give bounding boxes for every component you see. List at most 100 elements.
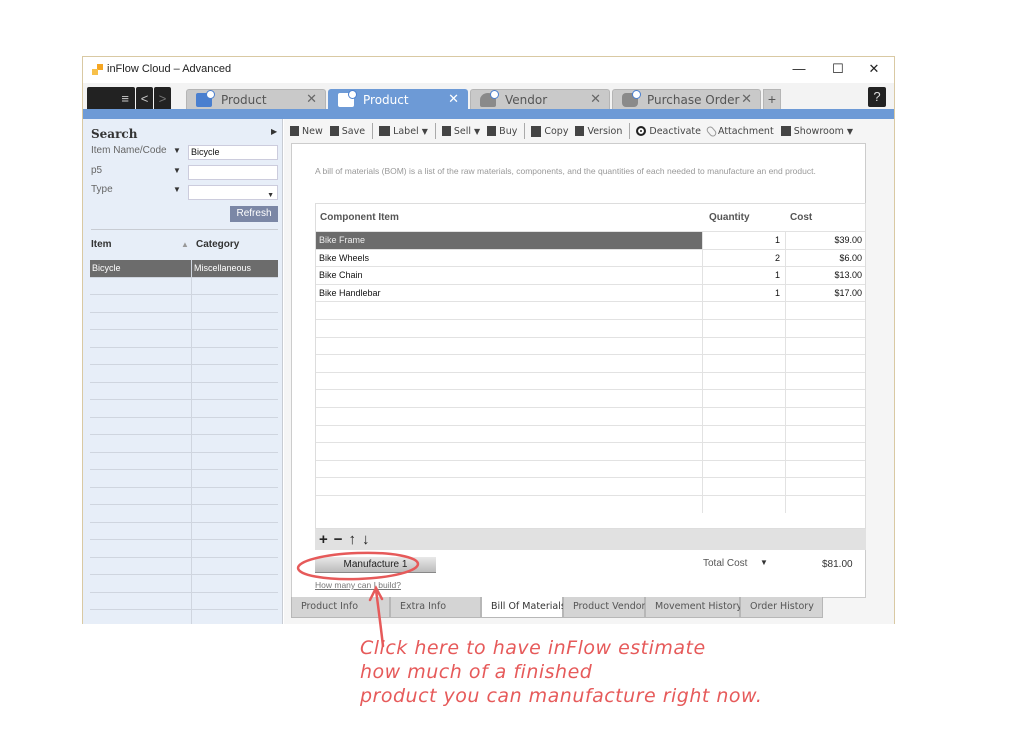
empty-cell[interactable]: [702, 443, 786, 460]
tab-order-history[interactable]: Order History: [740, 597, 823, 618]
empty-cell[interactable]: [786, 461, 865, 478]
column-header-component-item[interactable]: Component Item: [316, 212, 703, 223]
empty-table-row[interactable]: [316, 442, 865, 460]
empty-cell[interactable]: [316, 373, 702, 390]
empty-cell[interactable]: [786, 320, 865, 337]
empty-cell[interactable]: [316, 496, 702, 513]
empty-cell[interactable]: [786, 426, 865, 443]
chevron-down-icon[interactable]: ▼: [422, 127, 428, 136]
quantity-cell[interactable]: 2: [702, 249, 786, 267]
empty-cell[interactable]: [702, 460, 786, 478]
main-menu-button[interactable]: ≡: [87, 87, 135, 109]
column-header-category[interactable]: Category: [196, 239, 239, 250]
empty-cell[interactable]: [786, 355, 865, 372]
empty-table-row[interactable]: [316, 424, 865, 443]
empty-table-row[interactable]: [316, 336, 865, 355]
column-header-item[interactable]: Item: [91, 239, 112, 250]
back-button[interactable]: <: [136, 87, 153, 109]
empty-table-row[interactable]: [316, 406, 865, 425]
tab-movement-history[interactable]: Movement History: [645, 597, 742, 618]
move-up-icon[interactable]: ↑: [349, 531, 357, 548]
empty-cell[interactable]: [702, 425, 786, 443]
chevron-down-icon[interactable]: ▼: [474, 127, 480, 136]
component-item-cell[interactable]: Bike Handlebar: [316, 285, 702, 302]
empty-table-row[interactable]: [316, 459, 865, 478]
buy-button[interactable]: Buy: [487, 126, 517, 137]
cost-cell[interactable]: $6.00: [786, 250, 865, 267]
empty-table-row[interactable]: [316, 477, 865, 495]
version-button[interactable]: Version: [575, 126, 622, 137]
component-item-cell[interactable]: Bike Chain: [316, 267, 702, 284]
empty-table-row[interactable]: [316, 318, 865, 337]
p5-input[interactable]: [188, 165, 278, 180]
showroom-button[interactable]: Showroom ▼: [780, 126, 853, 137]
empty-cell[interactable]: [316, 461, 702, 478]
quantity-cell[interactable]: 1: [702, 267, 786, 284]
item-name-input[interactable]: Bicycle: [188, 145, 278, 160]
empty-cell[interactable]: [702, 495, 786, 513]
empty-cell[interactable]: [316, 390, 702, 407]
field-operator-dropdown[interactable]: ▼: [173, 166, 181, 175]
empty-cell[interactable]: [702, 390, 786, 407]
chevron-down-icon[interactable]: ▼: [847, 127, 853, 136]
empty-cell[interactable]: [316, 320, 702, 337]
empty-cell[interactable]: [786, 496, 865, 513]
close-tab-icon[interactable]: ✕: [590, 92, 601, 107]
tab-purchase-order[interactable]: Purchase Order ✕: [612, 89, 761, 109]
empty-cell[interactable]: [702, 407, 786, 425]
move-down-icon[interactable]: ↓: [362, 531, 370, 548]
column-header-cost[interactable]: Cost: [786, 212, 865, 223]
save-button[interactable]: Save: [329, 126, 365, 137]
forward-button[interactable]: >: [154, 87, 171, 109]
empty-cell[interactable]: [702, 302, 786, 319]
table-row[interactable]: Bike Handlebar 1 $17.00: [316, 283, 865, 302]
close-tab-icon[interactable]: ✕: [448, 92, 459, 107]
empty-cell[interactable]: [316, 426, 702, 443]
field-operator-dropdown[interactable]: ▼: [173, 146, 181, 155]
empty-cell[interactable]: [316, 408, 702, 425]
empty-cell[interactable]: [786, 390, 865, 407]
add-row-icon[interactable]: +: [319, 531, 328, 548]
empty-cell[interactable]: [316, 478, 702, 495]
list-item[interactable]: Bicycle Miscellaneous: [90, 260, 278, 278]
empty-cell[interactable]: [316, 338, 702, 355]
table-row[interactable]: Bike Chain 1 $13.00: [316, 266, 865, 284]
refresh-button[interactable]: Refresh: [230, 206, 278, 222]
tab-product-1[interactable]: Product ✕: [186, 89, 326, 109]
empty-cell[interactable]: [786, 408, 865, 425]
empty-cell[interactable]: [702, 319, 786, 337]
sort-ascending-icon[interactable]: ▲: [181, 240, 189, 249]
table-row[interactable]: Bike Wheels 2 $6.00: [316, 248, 865, 267]
tab-product-2[interactable]: Product ✕: [328, 89, 468, 109]
empty-cell[interactable]: [786, 338, 865, 355]
empty-cell[interactable]: [786, 302, 865, 319]
component-item-cell[interactable]: Bike Wheels: [316, 250, 702, 267]
deactivate-button[interactable]: Deactivate: [636, 126, 701, 137]
quantity-cell[interactable]: 1: [702, 284, 786, 302]
label-button[interactable]: Label ▼: [379, 126, 428, 137]
cost-cell[interactable]: $17.00: [786, 285, 865, 302]
collapse-sidebar-icon[interactable]: ▶: [271, 127, 277, 136]
close-window-button[interactable]: ✕: [859, 60, 889, 78]
cost-cell[interactable]: $13.00: [786, 267, 865, 284]
empty-table-row[interactable]: [316, 354, 865, 372]
table-row[interactable]: Bike Frame 1 $39.00: [316, 231, 865, 249]
copy-button[interactable]: Copy: [531, 125, 568, 137]
manufacture-button[interactable]: Manufacture 1: [315, 557, 436, 573]
add-tab-button[interactable]: +: [763, 89, 781, 109]
how-many-can-i-build-link[interactable]: How many can I build?: [315, 580, 401, 590]
empty-cell[interactable]: [702, 372, 786, 390]
empty-cell[interactable]: [316, 443, 702, 460]
maximize-button[interactable]: ☐: [823, 60, 853, 78]
empty-cell[interactable]: [316, 355, 702, 372]
help-button[interactable]: ?: [868, 87, 886, 107]
attachment-button[interactable]: Attachment: [705, 124, 774, 138]
tab-product-info[interactable]: Product Info: [291, 597, 390, 618]
empty-cell[interactable]: [316, 302, 702, 319]
total-cost-dropdown[interactable]: ▼: [760, 558, 768, 567]
field-operator-dropdown[interactable]: ▼: [173, 185, 181, 194]
new-button[interactable]: New: [290, 126, 323, 137]
empty-table-row[interactable]: [316, 301, 865, 319]
empty-cell[interactable]: [786, 373, 865, 390]
tab-bill-of-materials[interactable]: Bill Of Materials: [481, 597, 566, 618]
